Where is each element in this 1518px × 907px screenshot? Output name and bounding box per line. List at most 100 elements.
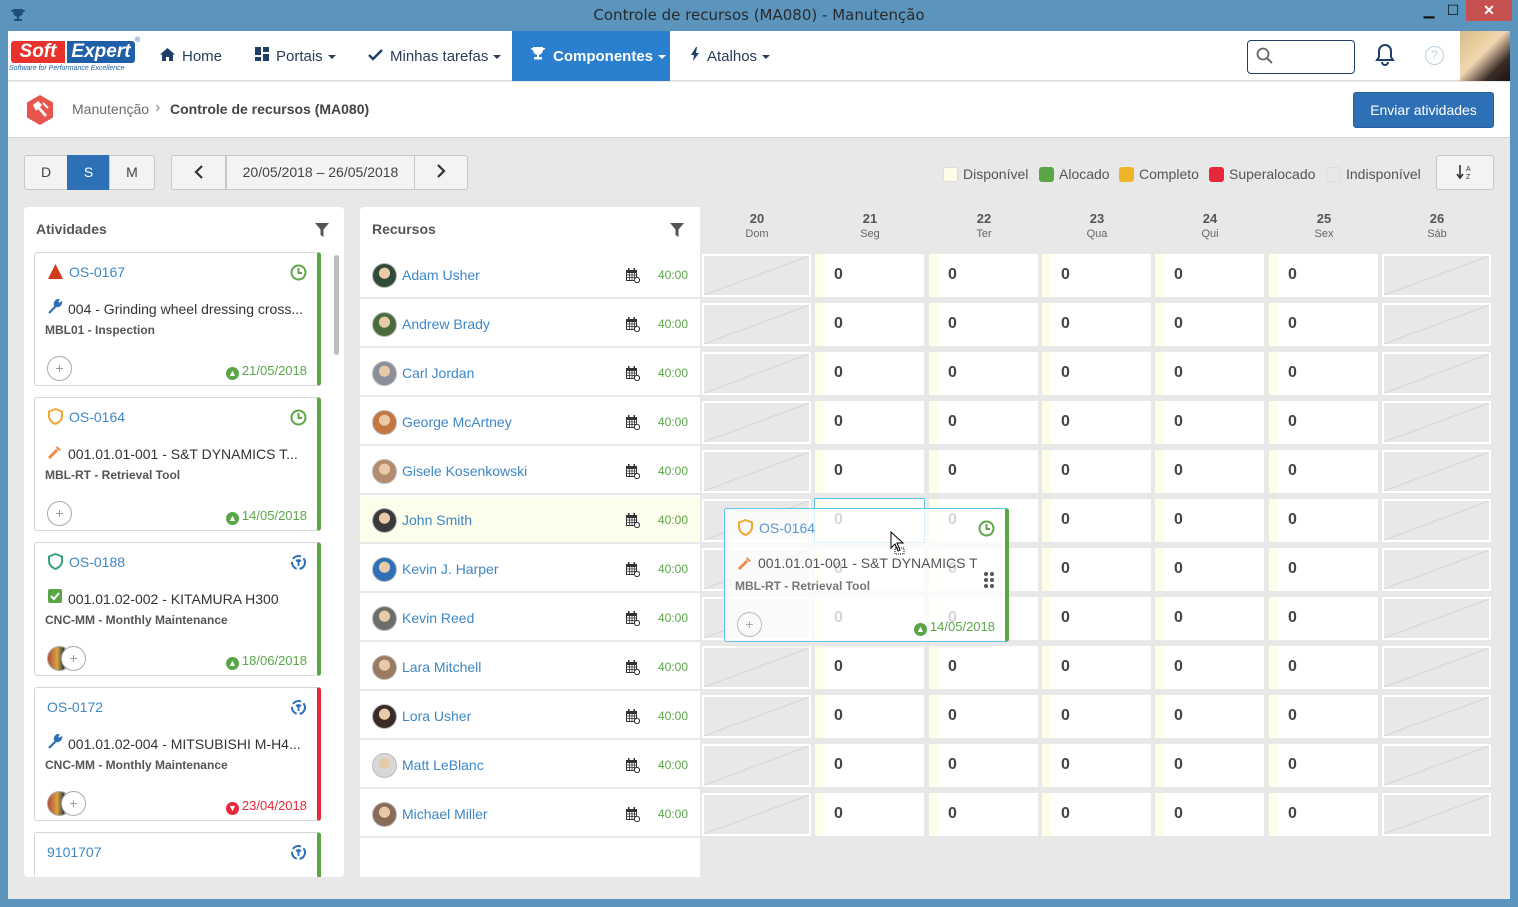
schedule-cell[interactable]: 0 bbox=[929, 793, 1038, 836]
view-day-button[interactable]: D bbox=[24, 155, 68, 190]
schedule-cell[interactable]: 0 bbox=[1155, 597, 1264, 640]
calendar-clock-icon[interactable] bbox=[625, 562, 640, 577]
view-month-button[interactable]: M bbox=[109, 155, 155, 190]
calendar-clock-icon[interactable] bbox=[625, 415, 640, 430]
schedule-cell[interactable]: 0 bbox=[1269, 401, 1378, 444]
view-week-button[interactable]: S bbox=[67, 155, 110, 190]
resource-row[interactable]: Gisele Kosenkowski 40:00 bbox=[360, 448, 700, 495]
resource-name[interactable]: Gisele Kosenkowski bbox=[402, 463, 527, 479]
schedule-cell[interactable]: 0 bbox=[1269, 597, 1378, 640]
bell-icon[interactable] bbox=[1374, 43, 1396, 67]
filter-icon[interactable] bbox=[315, 223, 329, 237]
schedule-cell[interactable]: 0 bbox=[929, 695, 1038, 738]
schedule-cell[interactable]: 0 bbox=[1042, 646, 1151, 689]
resource-row[interactable]: Kevin J. Harper 40:00 bbox=[360, 546, 700, 593]
resource-row[interactable]: Andrew Brady 40:00 bbox=[360, 301, 700, 348]
prev-week-button[interactable] bbox=[171, 155, 226, 190]
schedule-cell[interactable]: 0 bbox=[815, 793, 924, 836]
schedule-cell[interactable]: 0 bbox=[1042, 401, 1151, 444]
schedule-cell[interactable]: 0 bbox=[815, 303, 924, 346]
schedule-cell[interactable]: 0 bbox=[1269, 646, 1378, 689]
schedule-cell[interactable]: 0 bbox=[1042, 597, 1151, 640]
schedule-cell[interactable]: 0 bbox=[815, 401, 924, 444]
resource-row[interactable]: Kevin Reed 40:00 bbox=[360, 595, 700, 642]
schedule-cell[interactable]: 0 bbox=[929, 744, 1038, 787]
user-avatar[interactable] bbox=[1460, 31, 1510, 81]
calendar-clock-icon[interactable] bbox=[625, 611, 640, 626]
schedule-cell[interactable]: 0 bbox=[1269, 499, 1378, 542]
activity-id[interactable]: OS-0164 bbox=[69, 409, 125, 425]
activity-card[interactable]: OS-0164 001.01.01-001 - S&T DYNAMICS T..… bbox=[34, 397, 321, 531]
resource-name[interactable]: Andrew Brady bbox=[402, 316, 490, 332]
calendar-clock-icon[interactable] bbox=[625, 513, 640, 528]
schedule-cell[interactable]: 0 bbox=[1269, 303, 1378, 346]
calendar-clock-icon[interactable] bbox=[625, 660, 640, 675]
schedule-cell[interactable]: 0 bbox=[1269, 744, 1378, 787]
add-resource-button[interactable]: + bbox=[61, 646, 86, 671]
resource-name[interactable]: George McArtney bbox=[402, 414, 512, 430]
schedule-cell[interactable]: 0 bbox=[1269, 695, 1378, 738]
resource-row[interactable]: Matt LeBlanc 40:00 bbox=[360, 742, 700, 789]
schedule-cell[interactable]: 0 bbox=[1042, 744, 1151, 787]
schedule-cell[interactable]: 0 bbox=[1042, 450, 1151, 493]
schedule-cell[interactable]: 0 bbox=[929, 646, 1038, 689]
send-activities-button[interactable]: Enviar atividades bbox=[1353, 92, 1494, 128]
schedule-cell[interactable]: 0 bbox=[1042, 793, 1151, 836]
schedule-cell[interactable]: 0 bbox=[1155, 499, 1264, 542]
schedule-cell[interactable]: 0 bbox=[1155, 254, 1264, 297]
schedule-cell[interactable]: 0 bbox=[815, 744, 924, 787]
close-button[interactable]: ✕ bbox=[1466, 0, 1512, 21]
filter-icon[interactable] bbox=[670, 223, 684, 237]
calendar-clock-icon[interactable] bbox=[625, 268, 640, 283]
add-resource-button[interactable]: + bbox=[61, 791, 86, 816]
schedule-cell[interactable]: 0 bbox=[1155, 646, 1264, 689]
schedule-cell[interactable]: 0 bbox=[1269, 450, 1378, 493]
resource-row[interactable]: Carl Jordan 40:00 bbox=[360, 350, 700, 397]
schedule-cell[interactable]: 0 bbox=[815, 450, 924, 493]
resource-name[interactable]: Carl Jordan bbox=[402, 365, 474, 381]
schedule-cell[interactable]: 0 bbox=[815, 646, 924, 689]
resource-row[interactable]: Michael Miller 40:00 bbox=[360, 791, 700, 838]
schedule-cell[interactable]: 0 bbox=[1269, 254, 1378, 297]
schedule-cell[interactable]: 0 bbox=[1042, 254, 1151, 297]
drag-handle-icon[interactable] bbox=[983, 571, 995, 589]
dragged-activity-card[interactable]: OS-0164 001.01.01-001 - S&T DYNAMICS T M… bbox=[724, 508, 1009, 642]
add-resource-button[interactable]: + bbox=[47, 501, 72, 526]
search-field[interactable] bbox=[1247, 40, 1355, 74]
resource-name[interactable]: Lara Mitchell bbox=[402, 659, 481, 675]
schedule-cell[interactable]: 0 bbox=[1269, 352, 1378, 395]
resource-row[interactable]: George McArtney 40:00 bbox=[360, 399, 700, 446]
schedule-cell[interactable]: 0 bbox=[1155, 401, 1264, 444]
nav-portais[interactable]: Portais bbox=[255, 31, 336, 81]
calendar-clock-icon[interactable] bbox=[625, 758, 640, 773]
schedule-cell[interactable]: 0 bbox=[1042, 548, 1151, 591]
date-range-display[interactable]: 20/05/2018 – 26/05/2018 bbox=[226, 155, 415, 190]
activity-card[interactable]: OS-0188 001.01.02-002 - KITAMURA H300 CN… bbox=[34, 542, 321, 676]
next-week-button[interactable] bbox=[414, 155, 468, 190]
search-input[interactable] bbox=[1278, 47, 1350, 67]
calendar-clock-icon[interactable] bbox=[625, 807, 640, 822]
resource-name[interactable]: Matt LeBlanc bbox=[402, 757, 484, 773]
schedule-cell[interactable]: 0 bbox=[1155, 352, 1264, 395]
schedule-cell[interactable]: 0 bbox=[1155, 744, 1264, 787]
schedule-cell[interactable]: 0 bbox=[929, 303, 1038, 346]
activity-id[interactable]: OS-0172 bbox=[47, 699, 103, 715]
softexpert-logo[interactable]: Soft Expert ® Software for Performance E… bbox=[9, 37, 140, 75]
schedule-cell[interactable]: 0 bbox=[1269, 548, 1378, 591]
activity-card[interactable]: 9101707 bbox=[34, 832, 321, 877]
schedule-cell[interactable]: 0 bbox=[815, 695, 924, 738]
resource-name[interactable]: John Smith bbox=[402, 512, 472, 528]
schedule-cell[interactable]: 0 bbox=[929, 450, 1038, 493]
calendar-clock-icon[interactable] bbox=[625, 709, 640, 724]
schedule-cell[interactable]: 0 bbox=[815, 254, 924, 297]
resource-row[interactable]: Lara Mitchell 40:00 bbox=[360, 644, 700, 691]
activity-card[interactable]: OS-0172 001.01.02-004 - MITSUBISHI M-H4.… bbox=[34, 687, 321, 821]
resource-name[interactable]: Kevin J. Harper bbox=[402, 561, 498, 577]
activity-card[interactable]: OS-0167 004 - Grinding wheel dressing cr… bbox=[34, 252, 321, 386]
schedule-cell[interactable]: 0 bbox=[929, 401, 1038, 444]
schedule-cell[interactable]: 0 bbox=[1042, 695, 1151, 738]
schedule-cell[interactable]: 0 bbox=[1269, 793, 1378, 836]
schedule-cell[interactable]: 0 bbox=[1155, 303, 1264, 346]
resource-name[interactable]: Kevin Reed bbox=[402, 610, 474, 626]
add-resource-button[interactable]: + bbox=[47, 356, 72, 381]
